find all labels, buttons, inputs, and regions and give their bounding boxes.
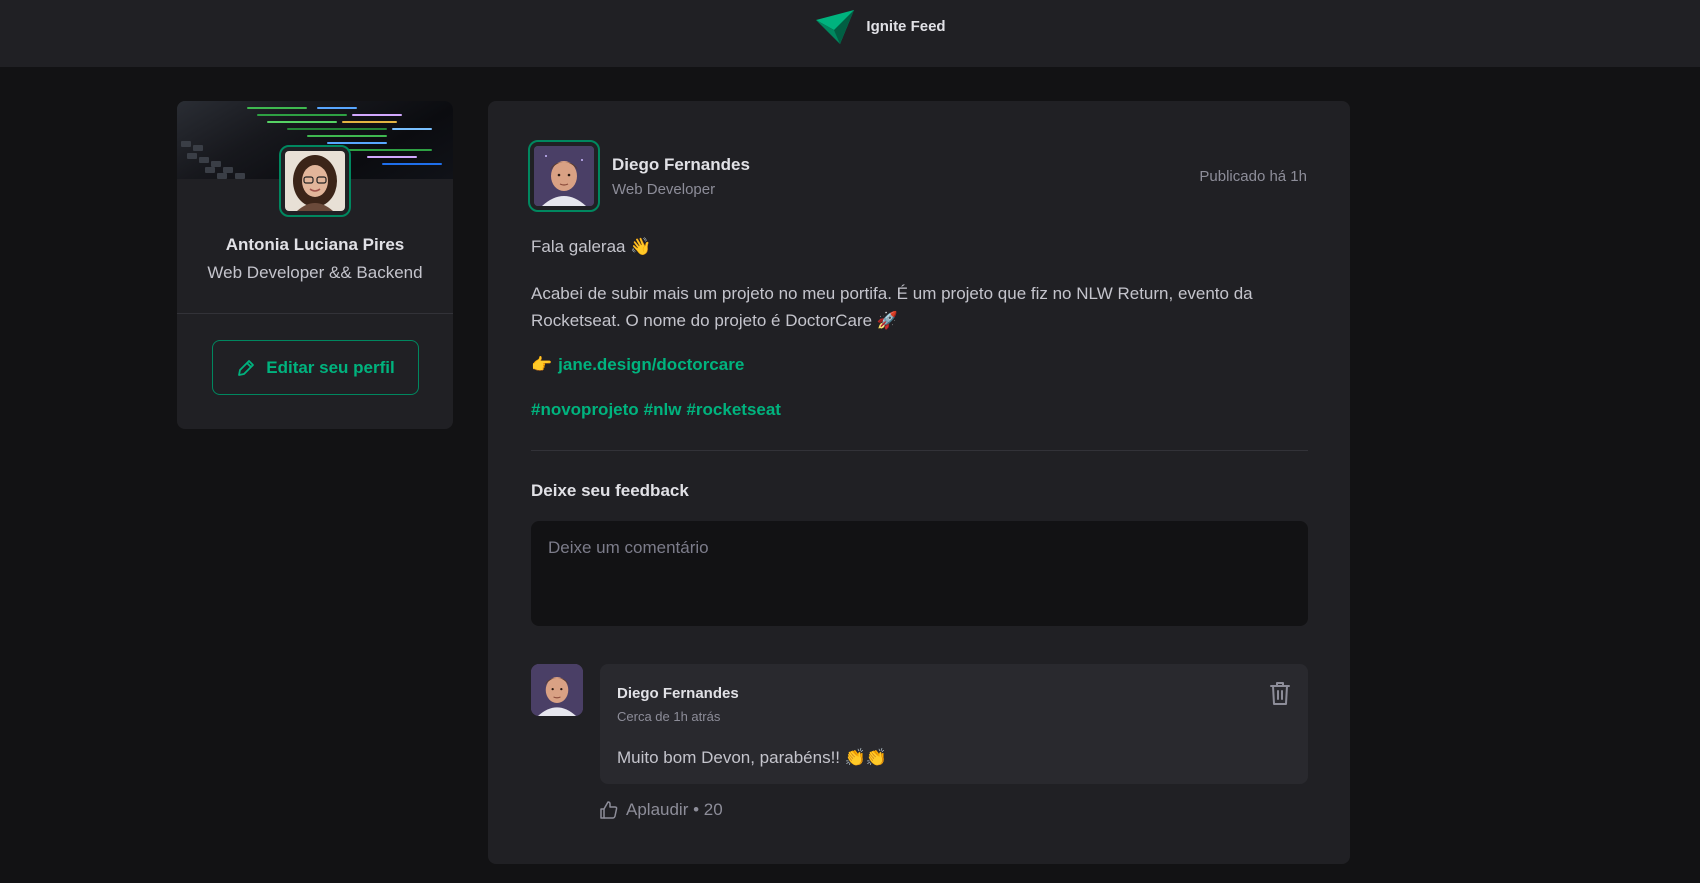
ignite-logo-icon — [816, 9, 855, 44]
post-author-name[interactable]: Diego Fernandes — [612, 155, 750, 175]
delete-comment-button[interactable] — [1268, 680, 1292, 706]
applaud-label: Aplaudir • 20 — [626, 800, 723, 819]
post-divider — [531, 450, 1308, 451]
brand: Ignite Feed — [816, 9, 946, 44]
app-title: Ignite Feed — [866, 18, 946, 35]
pencil-icon — [238, 359, 255, 376]
hashtag-link[interactable]: #novoprojeto — [531, 400, 639, 420]
profile-name: Antonia Luciana Pires — [225, 235, 405, 254]
comment-author-avatar[interactable] — [531, 664, 583, 716]
post-author-role: Web Developer — [612, 181, 716, 198]
post-published-time: Publicado há 1h — [1199, 168, 1307, 185]
sidebar-divider — [177, 313, 453, 314]
profile-avatar-image — [285, 151, 345, 211]
hashtag-link[interactable]: #rocketseat — [686, 400, 781, 420]
post-greeting: Fala galeraa 👋 — [531, 237, 652, 256]
feedback-title: Deixe seu feedback — [531, 481, 689, 500]
trash-icon — [1270, 682, 1290, 705]
pointing-hand-icon: 👉 — [531, 355, 553, 374]
comment-box: Diego Fernandes Cerca de 1h atrás Muito … — [600, 664, 1308, 784]
applaud-button[interactable]: Aplaudir • 20 — [600, 800, 723, 820]
post-author-avatar[interactable] — [528, 140, 600, 212]
post-card: Diego Fernandes Web Developer Publicado … — [488, 101, 1350, 864]
comment-input[interactable] — [531, 521, 1308, 626]
post-link[interactable]: jane.design/doctorcare — [558, 355, 744, 375]
post-hashtags: #novoprojeto #nlw #rocketseat — [531, 400, 781, 420]
comment-author-name[interactable]: Diego Fernandes — [617, 685, 739, 702]
profile-role: Web Developer && Backend — [207, 263, 423, 282]
post-body: Acabei de subir mais um projeto no meu p… — [531, 284, 1253, 330]
thumbs-up-icon — [600, 801, 618, 819]
profile-sidebar: Antonia Luciana Pires Web Developer && B… — [177, 101, 453, 429]
profile-avatar[interactable] — [279, 145, 351, 217]
comment-text: Muito bom Devon, parabéns!! 👏👏 — [617, 748, 888, 767]
app-header: Ignite Feed — [0, 0, 1700, 67]
edit-profile-label: Editar seu perfil — [266, 357, 395, 377]
comment-author-avatar-image — [531, 664, 583, 716]
comment-time: Cerca de 1h atrás — [617, 709, 721, 724]
post-author-avatar-image — [534, 146, 594, 206]
edit-profile-button[interactable]: Editar seu perfil — [212, 340, 419, 395]
post-link-line: 👉 jane.design/doctorcare — [531, 355, 744, 375]
hashtag-link[interactable]: #nlw — [644, 400, 682, 420]
